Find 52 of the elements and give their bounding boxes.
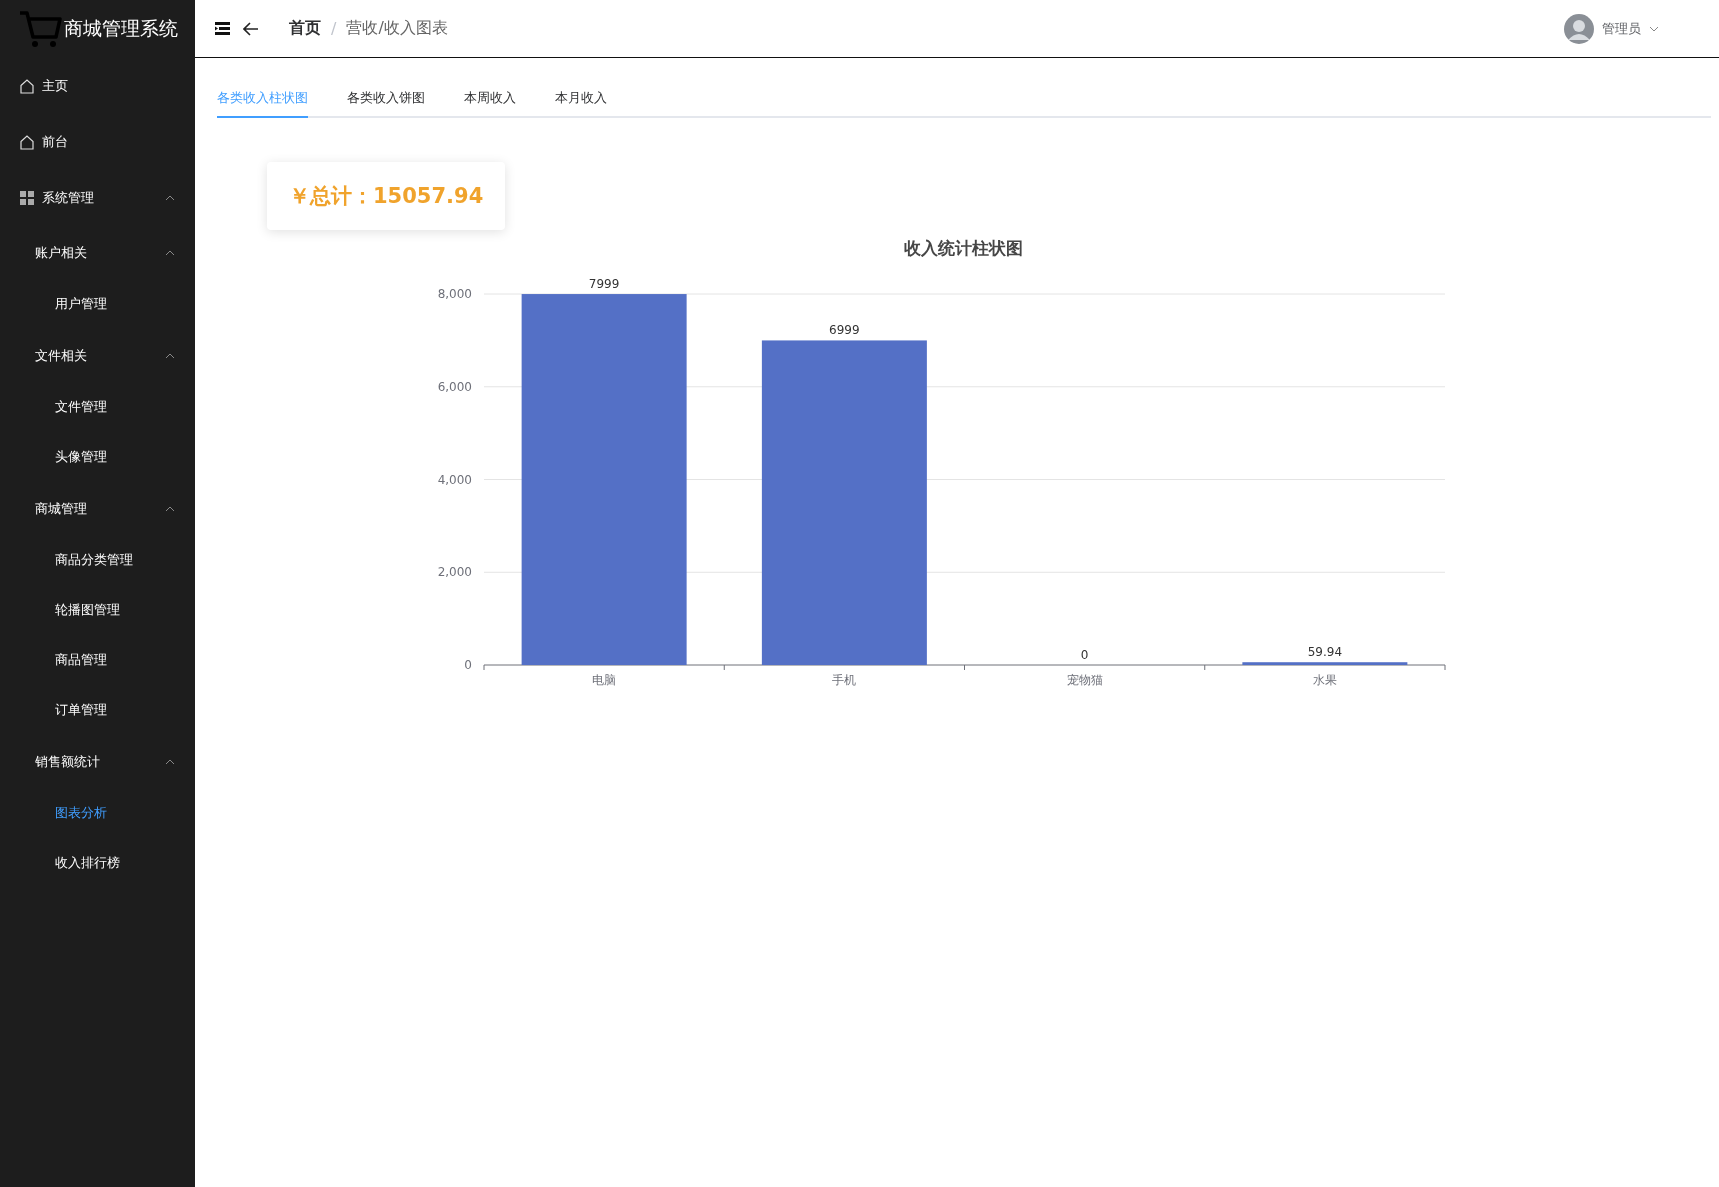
menu-item[interactable]: 收入排行榜 bbox=[0, 838, 195, 888]
house-icon bbox=[20, 78, 34, 94]
tab[interactable]: 各类收入饼图 bbox=[347, 83, 425, 118]
bar-value-label: 6999 bbox=[829, 323, 860, 338]
menu-item[interactable]: 商品分类管理 bbox=[0, 535, 195, 585]
menu-item[interactable]: 订单管理 bbox=[0, 685, 195, 735]
menu-item[interactable]: 轮播图管理 bbox=[0, 585, 195, 635]
submenu-title[interactable]: 文件相关 bbox=[0, 329, 195, 382]
avatar-icon bbox=[1564, 13, 1594, 44]
chevron-icon bbox=[165, 352, 175, 359]
chevron-down-icon bbox=[1649, 25, 1659, 32]
x-axis-label: 宠物猫 bbox=[1066, 673, 1103, 687]
y-axis-label: 2,000 bbox=[437, 565, 472, 580]
y-axis-label: 4,000 bbox=[437, 472, 472, 487]
bar-value-label: 59.94 bbox=[1307, 645, 1343, 660]
chart-title: 收入统计柱状图 bbox=[903, 238, 1023, 258]
submenu-title[interactable]: 系统管理 bbox=[0, 170, 195, 226]
submenu-title[interactable]: 账户相关 bbox=[0, 226, 195, 279]
house-icon bbox=[20, 134, 34, 150]
cart-icon bbox=[18, 9, 62, 49]
tab[interactable]: 本周收入 bbox=[464, 83, 516, 118]
chevron-icon bbox=[165, 195, 175, 201]
submenu-title[interactable]: 销售额统计 bbox=[0, 735, 195, 788]
bar-value-label: 0 bbox=[1080, 648, 1089, 662]
breadcrumb-link[interactable]: 首页 bbox=[289, 18, 321, 39]
y-axis-label: 8,000 bbox=[437, 287, 472, 301]
menu-item[interactable]: 前台 bbox=[0, 114, 195, 170]
breadcrumb-current: 营收/收入图表 bbox=[346, 18, 448, 39]
tab[interactable]: 本月收入 bbox=[555, 83, 607, 118]
submenu-title[interactable]: 商城管理 bbox=[0, 482, 195, 535]
x-axis-label: 水果 bbox=[1312, 673, 1337, 687]
back-arrow-icon[interactable] bbox=[243, 21, 259, 36]
y-axis-label: 6,000 bbox=[437, 379, 472, 394]
menu-item[interactable]: 用户管理 bbox=[0, 279, 195, 329]
menu-item[interactable]: 主页 bbox=[0, 58, 195, 114]
chevron-icon bbox=[165, 758, 175, 765]
chevron-icon bbox=[165, 249, 175, 256]
y-axis-label: 0 bbox=[464, 658, 472, 672]
app-title: 商城管理系统 bbox=[64, 16, 178, 41]
total-amount: ￥总计：15057.94 bbox=[289, 184, 484, 208]
x-axis-label: 手机 bbox=[832, 673, 857, 687]
chevron-icon bbox=[165, 505, 175, 512]
menu-item[interactable]: 头像管理 bbox=[0, 432, 195, 482]
menu-icon[interactable] bbox=[215, 22, 230, 35]
x-axis-label: 电脑 bbox=[592, 673, 617, 687]
breadcrumb-separator: / bbox=[331, 19, 337, 38]
menu-item[interactable]: 商品管理 bbox=[0, 635, 195, 685]
grid-icon bbox=[20, 191, 34, 205]
menu-item[interactable]: 图表分析 bbox=[0, 788, 195, 838]
user-menu[interactable]: 管理员 bbox=[1564, 13, 1659, 44]
bar-value-label: 7999 bbox=[588, 277, 620, 292]
menu-item[interactable]: 文件管理 bbox=[0, 382, 195, 432]
